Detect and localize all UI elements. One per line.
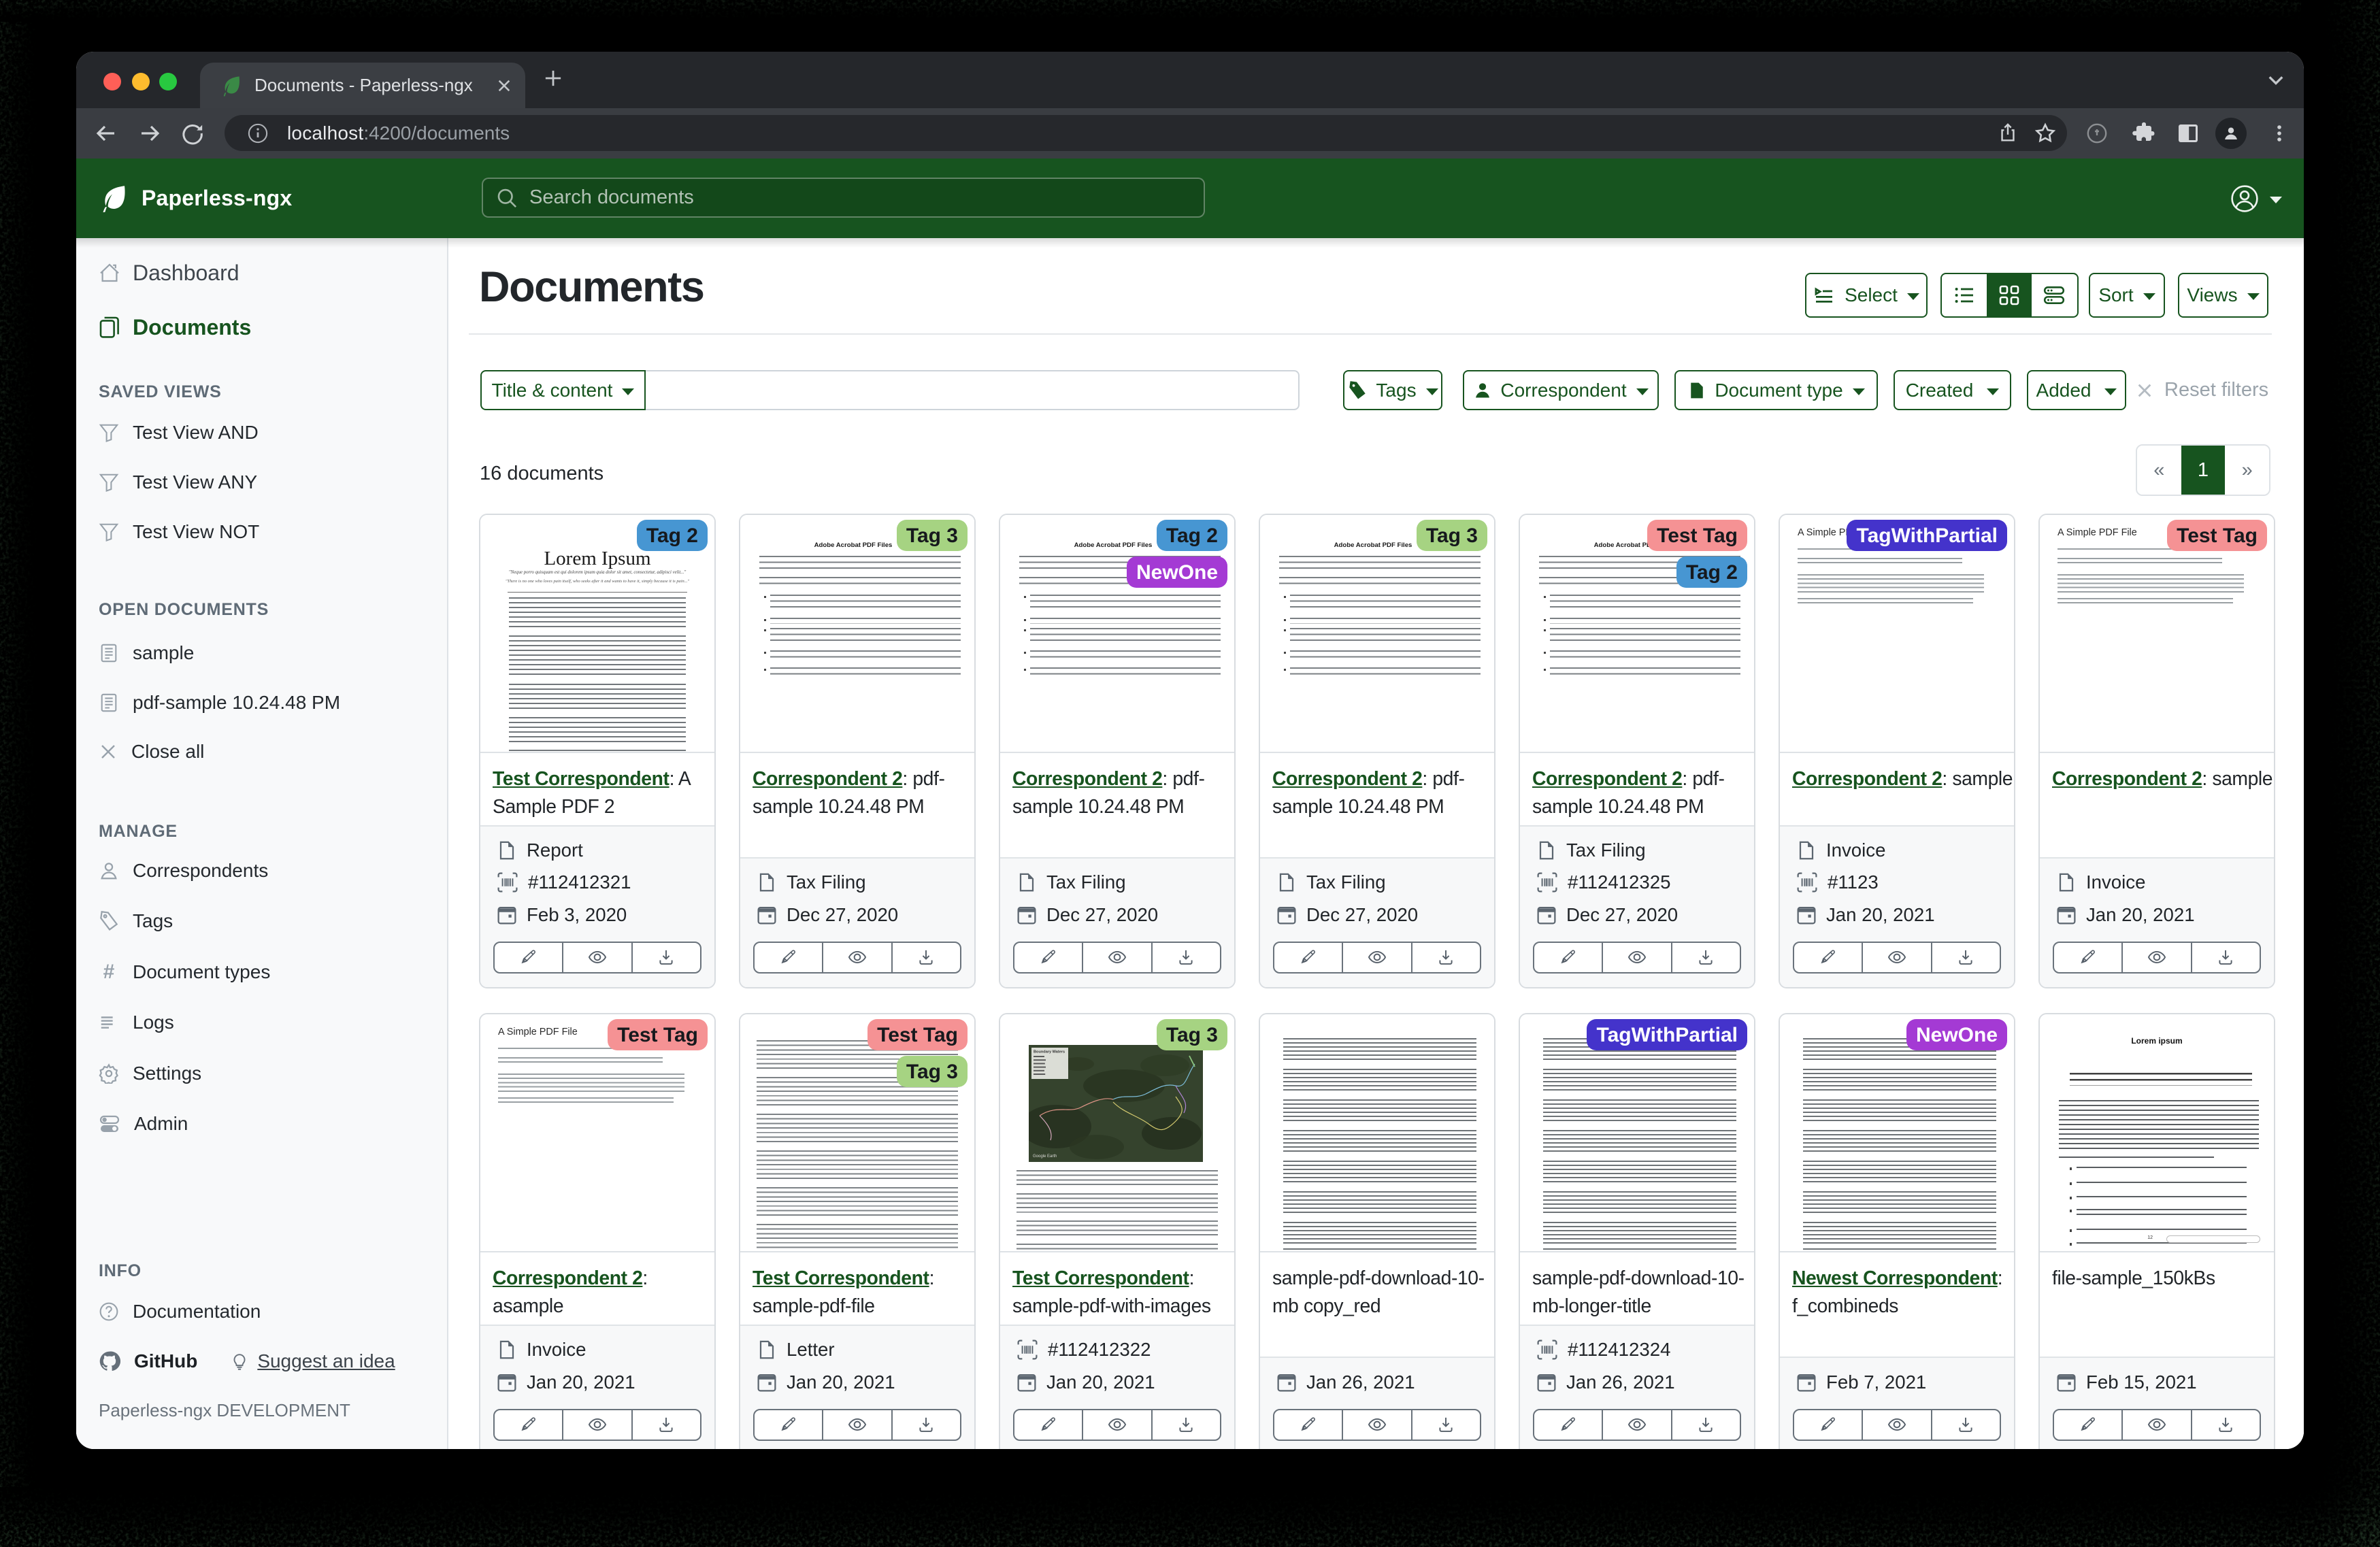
- svg-text:Google Earth: Google Earth: [1033, 1154, 1057, 1159]
- svg-text:Boundary Waters: Boundary Waters: [1034, 1050, 1065, 1054]
